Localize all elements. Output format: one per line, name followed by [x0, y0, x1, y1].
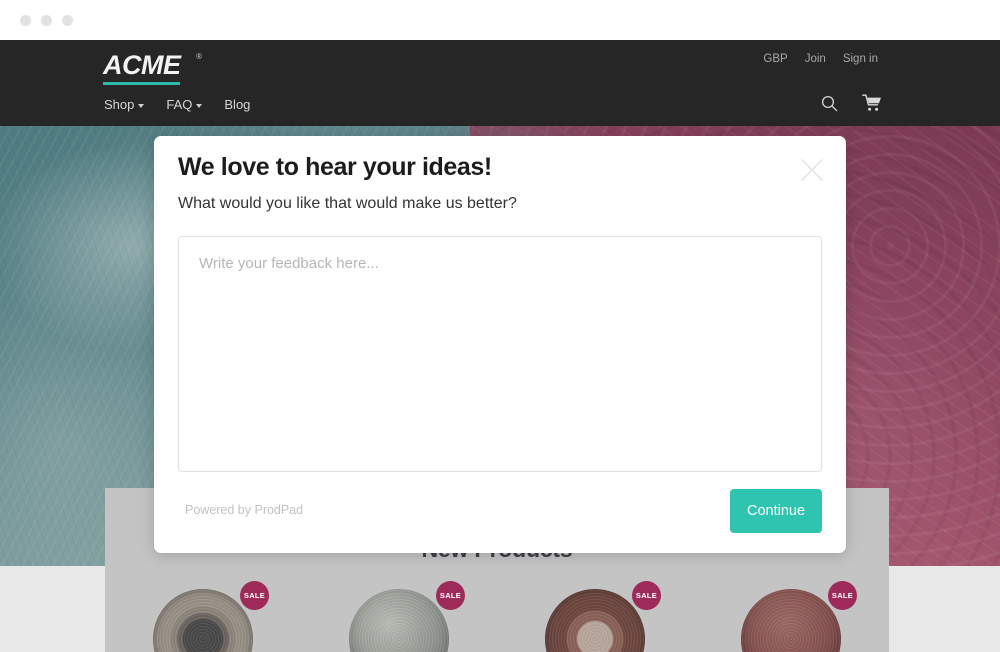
brand-wordmark: ACME: [103, 50, 181, 80]
chevron-down-icon: [138, 103, 145, 108]
header-icon-group: [821, 94, 882, 117]
product-grid: SALE SALE SALE SALE: [105, 581, 889, 652]
sale-badge: SALE: [632, 581, 661, 610]
brand-logo[interactable]: ACME ®: [103, 50, 202, 85]
product-card[interactable]: SALE: [335, 581, 465, 652]
nav-item-shop-label: Shop: [104, 97, 135, 112]
product-card[interactable]: SALE: [531, 581, 661, 652]
sale-badge: SALE: [828, 581, 857, 610]
sale-badge: SALE: [436, 581, 465, 610]
nav-item-blog-label: Blog: [224, 97, 251, 112]
product-image: [153, 589, 253, 652]
product-image: [741, 589, 841, 652]
product-card[interactable]: SALE: [139, 581, 269, 652]
modal-title: We love to hear your ideas!: [178, 153, 492, 181]
browser-chrome-bar: [0, 0, 1000, 40]
chevron-down-icon: [196, 103, 203, 108]
window-controls: [20, 15, 73, 26]
feedback-modal: We love to hear your ideas! What would y…: [154, 136, 846, 553]
modal-footer: Powered by ProdPad Continue: [178, 489, 822, 533]
utility-nav: GBP Join Sign in: [763, 53, 878, 66]
continue-button[interactable]: Continue: [730, 489, 822, 533]
brand-underline: [103, 82, 180, 85]
nav-item-faq[interactable]: FAQ: [166, 97, 203, 112]
window-maximize-dot[interactable]: [62, 15, 73, 26]
nav-item-blog[interactable]: Blog: [224, 98, 250, 111]
product-card[interactable]: SALE: [727, 581, 857, 652]
feedback-input[interactable]: [178, 236, 822, 472]
sign-in-link[interactable]: Sign in: [843, 53, 878, 66]
product-image: [545, 589, 645, 652]
registered-trademark-icon: ®: [196, 52, 202, 61]
close-icon[interactable]: [799, 157, 825, 183]
join-link[interactable]: Join: [805, 53, 826, 66]
product-image: [349, 589, 449, 652]
search-icon[interactable]: [821, 95, 838, 117]
nav-item-shop[interactable]: Shop: [104, 97, 145, 112]
cart-icon[interactable]: [862, 94, 882, 117]
currency-selector[interactable]: GBP: [763, 53, 787, 66]
powered-by-label: Powered by ProdPad: [185, 503, 304, 517]
window-minimize-dot[interactable]: [41, 15, 52, 26]
sale-badge: SALE: [240, 581, 269, 610]
nav-item-faq-label: FAQ: [166, 97, 193, 112]
main-nav: Shop FAQ Blog: [104, 98, 250, 111]
site-header: ACME ® Shop FAQ Blog GBP Join Sign in: [0, 40, 1000, 126]
window-close-dot[interactable]: [20, 15, 31, 26]
modal-subtitle: What would you like that would make us b…: [178, 195, 517, 212]
browser-window: ACME ® Shop FAQ Blog GBP Join Sign in SA…: [0, 0, 1000, 652]
